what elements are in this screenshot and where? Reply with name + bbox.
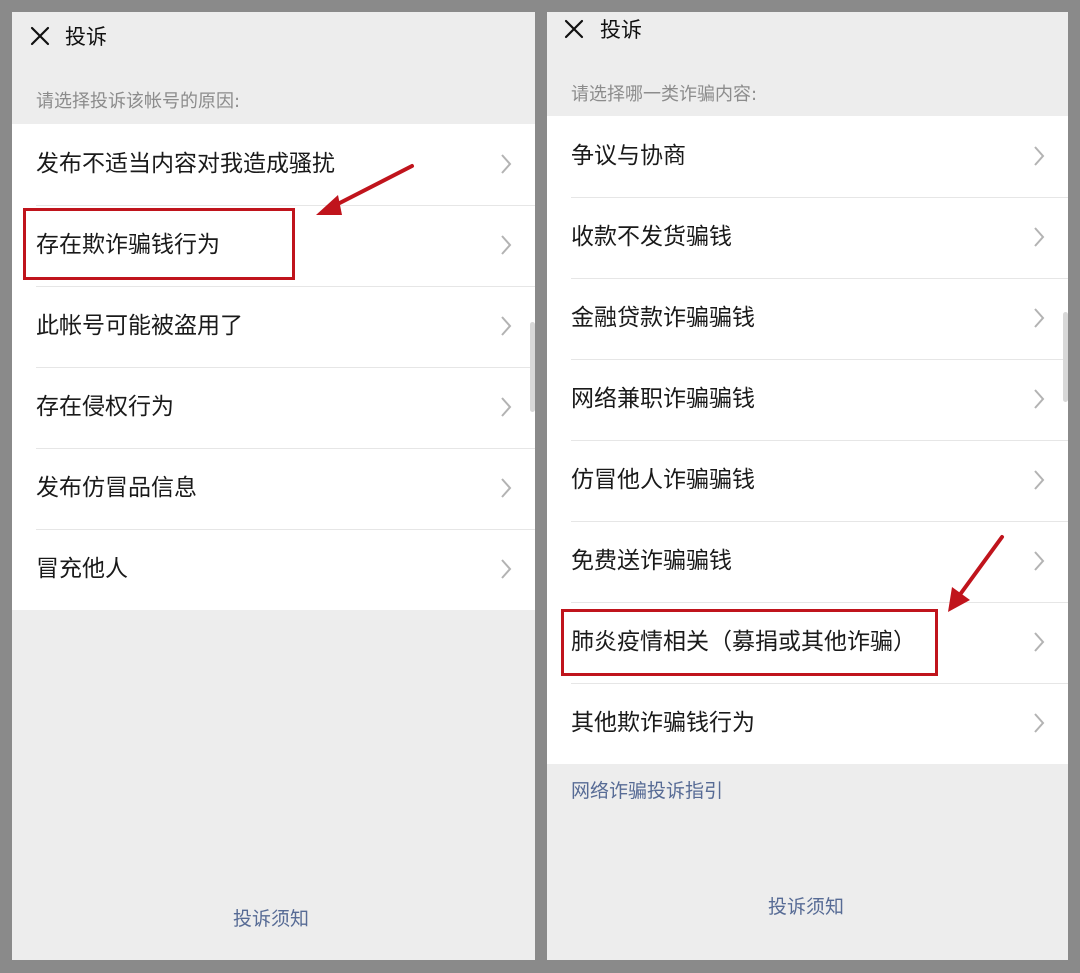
list-item-label: 存在欺诈骗钱行为 [36, 232, 220, 258]
list-item-label: 网络兼职诈骗骗钱 [571, 386, 755, 412]
complaint-notice-link[interactable]: 投诉须知 [768, 892, 844, 919]
list-item-pandemic-fraud[interactable]: 肺炎疫情相关（募捐或其他诈骗） [547, 602, 1068, 683]
top-bar: 投诉 [547, 12, 1068, 66]
section-prompt: 请选择哪一类诈骗内容: [571, 84, 758, 105]
list-item-no-delivery[interactable]: 收款不发货骗钱 [547, 197, 1068, 278]
list-item-label: 此帐号可能被盗用了 [36, 313, 243, 339]
chevron-right-icon [1034, 389, 1045, 409]
list-item-label: 其他欺诈骗钱行为 [571, 710, 755, 736]
chevron-right-icon [501, 478, 512, 498]
reason-list: 发布不适当内容对我造成骚扰 存在欺诈骗钱行为 此帐号可能被盗用了 存在侵权行为 … [12, 124, 535, 610]
fraud-type-panel: 投诉 请选择哪一类诈骗内容: 争议与协商 收款不发货骗钱 金融贷款诈骗骗钱 网络… [547, 12, 1068, 960]
list-item-account-stolen[interactable]: 此帐号可能被盗用了 [12, 286, 535, 367]
chevron-right-icon [501, 316, 512, 336]
list-item-impersonation[interactable]: 冒充他人 [12, 529, 535, 610]
list-item-label: 仿冒他人诈骗骗钱 [571, 467, 755, 493]
list-item-infringement[interactable]: 存在侵权行为 [12, 367, 535, 448]
list-item-fraud[interactable]: 存在欺诈骗钱行为 [12, 205, 535, 286]
list-item-other-fraud[interactable]: 其他欺诈骗钱行为 [547, 683, 1068, 764]
chevron-right-icon [1034, 551, 1045, 571]
list-item-label: 免费送诈骗骗钱 [571, 548, 732, 574]
list-item-label: 发布不适当内容对我造成骚扰 [36, 151, 335, 177]
fraud-guide-link[interactable]: 网络诈骗投诉指引 [571, 776, 723, 803]
chevron-right-icon [1034, 470, 1045, 490]
list-item-label: 争议与协商 [571, 143, 686, 169]
list-item-dispute[interactable]: 争议与协商 [547, 116, 1068, 197]
page-title: 投诉 [65, 25, 107, 49]
chevron-right-icon [1034, 227, 1045, 247]
close-icon[interactable] [562, 17, 586, 41]
list-item-label: 发布仿冒品信息 [36, 475, 197, 501]
chevron-right-icon [501, 559, 512, 579]
list-item-parttime-fraud[interactable]: 网络兼职诈骗骗钱 [547, 359, 1068, 440]
chevron-right-icon [501, 154, 512, 174]
list-item-label: 收款不发货骗钱 [571, 224, 732, 250]
complaint-reason-panel: 投诉 请选择投诉该帐号的原因: 发布不适当内容对我造成骚扰 存在欺诈骗钱行为 此… [12, 12, 535, 960]
list-item-free-gift-fraud[interactable]: 免费送诈骗骗钱 [547, 521, 1068, 602]
top-bar: 投诉 [12, 12, 535, 66]
list-item-counterfeit[interactable]: 发布仿冒品信息 [12, 448, 535, 529]
chevron-right-icon [1034, 146, 1045, 166]
scroll-edge [1063, 312, 1068, 402]
chevron-right-icon [1034, 632, 1045, 652]
list-item-label: 肺炎疫情相关（募捐或其他诈骗） [571, 629, 916, 655]
close-icon[interactable] [28, 24, 52, 48]
chevron-right-icon [1034, 713, 1045, 733]
chevron-right-icon [501, 235, 512, 255]
complaint-notice-link[interactable]: 投诉须知 [233, 904, 309, 931]
scroll-edge [530, 322, 535, 412]
list-item-loan-fraud[interactable]: 金融贷款诈骗骗钱 [547, 278, 1068, 359]
list-item-impersonation-fraud[interactable]: 仿冒他人诈骗骗钱 [547, 440, 1068, 521]
fraud-type-list: 争议与协商 收款不发货骗钱 金融贷款诈骗骗钱 网络兼职诈骗骗钱 仿冒他人诈骗骗钱… [547, 116, 1068, 764]
list-item-label: 金融贷款诈骗骗钱 [571, 305, 755, 331]
chevron-right-icon [1034, 308, 1045, 328]
list-item-label: 冒充他人 [36, 556, 128, 582]
chevron-right-icon [501, 397, 512, 417]
list-item-harassment[interactable]: 发布不适当内容对我造成骚扰 [12, 124, 535, 205]
page-title: 投诉 [600, 18, 642, 42]
section-prompt: 请选择投诉该帐号的原因: [36, 91, 241, 112]
list-item-label: 存在侵权行为 [36, 394, 174, 420]
